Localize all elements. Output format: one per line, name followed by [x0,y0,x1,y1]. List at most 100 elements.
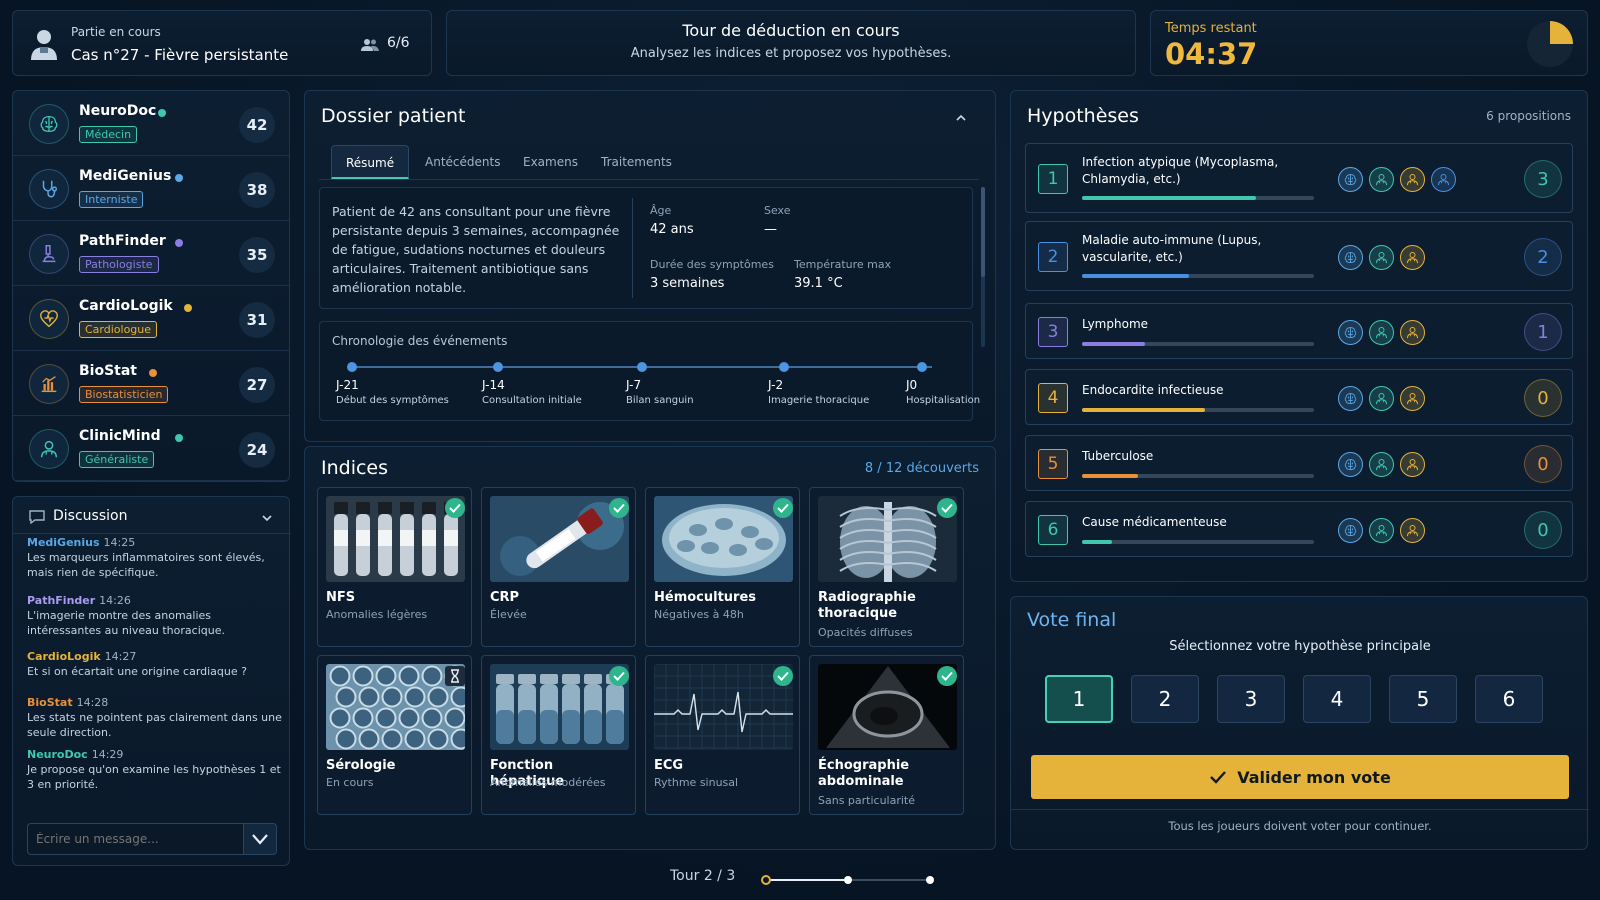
vote-option-3[interactable]: 3 [1217,675,1285,723]
message-input[interactable] [27,823,243,855]
age-value: 42 ans [650,222,694,237]
tab-resume[interactable]: Résumé [331,145,410,179]
timeline-day: J-14 [482,378,505,392]
hypothesis-row[interactable]: 3 Lymphome 1 [1025,303,1573,359]
user-icon [29,27,59,61]
chevron-down-icon[interactable] [261,509,273,528]
clue-card[interactable]: NFS Anomalies légères [317,487,472,647]
clue-card[interactable]: Radiographie thoracique Opacités diffuse… [809,487,964,647]
temp-label: Température max [794,258,892,271]
chevron-up-icon[interactable] [955,109,967,128]
sex-label: Sexe [764,204,791,217]
hypothesis-number: 3 [1038,317,1068,347]
hypothesis-row[interactable]: 6 Cause médicamenteuse 0 [1025,501,1573,557]
timeline-event: Début des symptômes [336,395,449,406]
age-label: Âge [650,204,672,217]
brain-icon [1338,166,1363,192]
hypothesis-row[interactable]: 2 Maladie auto-immune (Lupus, vascularit… [1025,221,1573,291]
vote-prompt: Sélectionnez votre hypothèse principale [1169,639,1431,654]
clue-card[interactable]: Hémocultures Négatives à 48h [645,487,800,647]
player-role: Cardiologue [79,321,158,338]
tab-antecedents[interactable]: Antécédents [411,145,514,179]
tab-traitements[interactable]: Traitements [587,145,686,179]
player-status-dot [175,174,183,182]
clues-panel: Indices 8 / 12 découverts NFS Anomalies … [304,446,996,850]
brain-icon [1338,319,1363,345]
round-dot [761,875,771,885]
vote-option-5[interactable]: 5 [1389,675,1457,723]
hypothesis-text: Lymphome [1082,317,1149,331]
hypothesis-progress [1082,474,1314,478]
player-status-dot [149,369,158,377]
clue-card[interactable]: ECG Rythme sinusal [645,655,800,815]
players-list: NeuroDoc Médecin 42 MediGenius Internist… [12,90,290,482]
player-role: Pathologiste [79,256,159,273]
doctor-icon [1369,451,1394,477]
player-row[interactable]: PathFinder Pathologiste 35 [13,221,289,286]
timeline-day: J0 [906,378,918,392]
chat-message: BioStat 14:28 Les stats ne pointent pas c… [27,695,283,740]
timeline-box: Chronologie des événements J-21 Début de… [319,321,980,421]
player-row[interactable]: MediGenius Interniste 38 [13,156,289,221]
clue-card[interactable]: Sérologie En cours [317,655,472,815]
message-author: PathFinder [27,594,96,607]
doctor-icon [1400,451,1425,477]
doctor-icon [1369,166,1394,192]
round-title: Tour de déduction en cours [682,21,900,40]
check-icon [937,498,957,518]
vote-option-4[interactable]: 4 [1303,675,1371,723]
clue-subtitle: Opacités diffuses [818,626,913,639]
hypothesis-number: 5 [1038,449,1068,479]
clue-card[interactable]: CRP Élevée [481,487,636,647]
message-author: CardioLogik [27,650,101,663]
hypotheses-count: 6 propositions [1486,109,1571,123]
validate-vote-button[interactable]: Valider mon vote [1031,755,1569,799]
player-row[interactable]: BioStat Biostatisticien 27 [13,351,289,416]
timeline-event: Consultation initiale [482,395,582,406]
scrollbar[interactable] [981,187,985,347]
hypothesis-progress [1082,540,1314,544]
hypothesis-row[interactable]: 1 Infection atypique (Mycoplasma, Chlamy… [1025,143,1573,213]
clues-title: Indices [321,457,389,479]
player-score: 42 [239,107,275,143]
player-row[interactable]: ClinicMind Généraliste 24 [13,416,289,481]
hypothesis-progress [1082,342,1314,346]
clue-card[interactable]: Échographie abdominale Sans particularit… [809,655,964,815]
player-row[interactable]: NeuroDoc Médecin 42 [13,91,289,156]
hypothesis-text: Maladie auto-immune (Lupus, vascularite,… [1082,233,1262,264]
microscope-icon [29,234,69,274]
timeline-dot [779,362,789,372]
check-icon [1210,771,1227,784]
hypothesis-number: 6 [1038,515,1068,545]
check-icon [773,498,793,518]
player-role: Médecin [79,126,138,143]
clue-card[interactable]: Fonction hépatique Anomalies modérées [481,655,636,815]
message-text: Les marqueurs inflammatoires sont élevés… [27,551,265,579]
vote-option-1[interactable]: 1 [1045,675,1113,723]
clue-title: Hémocultures [654,590,757,605]
player-row[interactable]: CardioLogik Cardiologue 31 [13,286,289,351]
message-text: Les stats ne pointent pas clairement dan… [27,711,282,739]
timeline-dot [347,362,357,372]
duration-value: 3 semaines [650,276,725,291]
message-time: 14:29 [91,748,124,761]
chat-message: PathFinder 14:26 L'imagerie montre des an… [27,593,283,638]
player-name: PathFinder [79,233,166,249]
doctor-icon [1400,517,1425,543]
clue-title: Échographie abdominale [818,758,910,789]
vote-option-2[interactable]: 2 [1131,675,1199,723]
chat-bubble-icon [29,509,45,528]
patient-summary: Patient de 42 ans consultant pour une fi… [332,204,620,295]
player-status-dot [183,304,192,312]
round-dot [926,876,934,884]
hypothesis-votes: 1 [1524,313,1562,351]
clues-count: 8 / 12 découverts [864,461,979,476]
hypothesis-row[interactable]: 4 Endocardite infectieuse 0 [1025,369,1573,425]
hypothesis-number: 4 [1038,383,1068,413]
clue-subtitle: Rythme sinusal [654,776,739,789]
hypothesis-row[interactable]: 5 Tuberculose 0 [1025,435,1573,491]
send-button[interactable] [243,823,277,855]
player-name: NeuroDoc [79,103,157,119]
tab-examens[interactable]: Examens [509,145,592,179]
vote-option-6[interactable]: 6 [1475,675,1543,723]
